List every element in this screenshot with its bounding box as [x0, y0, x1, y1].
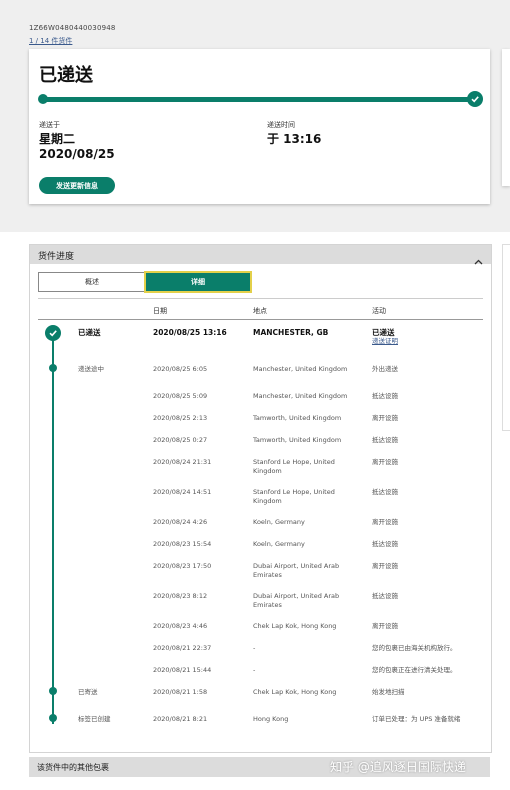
delivered-check-icon: [45, 325, 61, 341]
column-header-location: 地点: [253, 307, 267, 315]
row-activity: 抵达设施: [372, 592, 398, 600]
tab-summary[interactable]: 概述: [38, 272, 146, 292]
progress-start-dot: [38, 94, 48, 104]
timeline-dot-label-created: [49, 714, 57, 722]
row-location: -: [253, 644, 256, 652]
delivery-status-title: 已递送: [39, 65, 93, 86]
row-date: 2020/08/23 17:50: [153, 562, 212, 570]
row-status: 递送途中: [78, 365, 104, 373]
delivered-time-label: 递送时间: [267, 121, 295, 129]
chevron-up-icon[interactable]: [474, 250, 483, 269]
row-date: 2020/08/23 15:54: [153, 540, 212, 548]
row-date: 2020/08/25 2:13: [153, 414, 208, 422]
side-panel-edge: [502, 244, 510, 431]
row-activity: 离开设施: [372, 622, 398, 630]
row-date: 2020/08/23 8:12: [153, 592, 208, 600]
row-location: Chek Lap Kok, Hong Kong: [253, 622, 337, 630]
row-status: 已递送: [78, 328, 101, 337]
row-activity: 订单已处理：为 UPS 准备就绪: [372, 715, 461, 723]
section-title: 货件进度: [38, 252, 75, 262]
row-activity: 抵达设施: [372, 392, 398, 400]
check-icon: [467, 91, 483, 107]
row-date: 2020/08/24 21:31: [153, 458, 212, 466]
delivered-on-label: 递送于: [39, 121, 60, 129]
row-location: Koeln, Germany: [253, 518, 305, 526]
row-activity: 始发地扫描: [372, 688, 405, 696]
tab-detail[interactable]: 详细: [144, 271, 252, 293]
row-location: Stanford Le Hope, United Kingdom: [253, 488, 335, 505]
row-date: 2020/08/25 6:05: [153, 365, 208, 373]
row-status: 已寄送: [78, 688, 98, 696]
row-location: Manchester, United Kingdom: [253, 365, 348, 373]
row-status: 标签已创建: [78, 715, 111, 723]
row-location: Koeln, Germany: [253, 540, 305, 548]
row-activity: 抵达设施: [372, 436, 398, 444]
row-date: 2020/08/21 15:44: [153, 666, 212, 674]
timeline-dot-in-transit: [49, 364, 57, 372]
proof-of-delivery-link[interactable]: 递送证明: [372, 337, 484, 346]
tracking-number: 1Z66W0480440030948: [29, 24, 116, 32]
row-location: Tamworth, United Kingdom: [253, 436, 342, 444]
watermark: 知乎 @追风逐日国际快递: [330, 760, 466, 774]
row-location: Dubai Airport, United Arab Emirates: [253, 592, 340, 609]
package-count-link[interactable]: 1 / 14 件货件: [29, 36, 72, 46]
header-divider: [38, 319, 483, 320]
row-date: 2020/08/25 5:09: [153, 392, 208, 400]
row-date: 2020/08/21 1:58: [153, 688, 208, 696]
row-location: -: [253, 666, 256, 674]
row-activity: 离开设施: [372, 414, 398, 422]
delivered-date: 2020/08/25: [39, 147, 115, 161]
delivery-summary-card: 已递送 递送于 星期二 2020/08/25 递送时间 于 13:16 发送更新…: [29, 49, 490, 204]
other-packages-title: 该货件中的其他包裹: [37, 763, 109, 772]
shipment-progress-section: 货件进度 概述 详细 日期 地点 活动 已递送 2020/08/25 13:16…: [29, 244, 492, 753]
row-activity: 抵达设施: [372, 488, 398, 496]
tabs-divider: [38, 298, 483, 299]
row-date: 2020/08/21 8:21: [153, 715, 208, 723]
row-location: Dubai Airport, United Arab Emirates: [253, 562, 340, 579]
row-activity: 您的包裹正在进行清关处理。: [372, 666, 457, 674]
send-updates-button[interactable]: 发送更新信息: [39, 177, 115, 194]
row-activity: 外出递送: [372, 365, 398, 373]
column-header-date: 日期: [153, 307, 167, 315]
delivered-day: 星期二: [39, 132, 76, 146]
timeline-line: [52, 338, 54, 724]
row-activity: 已递送: [372, 328, 395, 337]
row-location: Manchester, United Kingdom: [253, 392, 348, 400]
row-date: 2020/08/25 0:27: [153, 436, 208, 444]
side-panel-edge: [502, 49, 510, 186]
section-header[interactable]: 货件进度: [30, 245, 491, 265]
row-location: Hong Kong: [253, 715, 289, 723]
row-date: 2020/08/24 14:51: [153, 488, 212, 496]
row-activity: 离开设施: [372, 458, 398, 466]
timeline-dot-shipped: [49, 687, 57, 695]
row-date: 2020/08/21 22:37: [153, 644, 212, 652]
delivered-time: 于 13:16: [267, 132, 322, 146]
row-activity: 抵达设施: [372, 540, 398, 548]
row-date: 2020/08/25 13:16: [153, 328, 227, 337]
row-date: 2020/08/24 4:26: [153, 518, 208, 526]
row-location: Stanford Le Hope, United Kingdom: [253, 458, 335, 475]
progress-bar: [42, 97, 476, 102]
row-date: 2020/08/23 4:46: [153, 622, 208, 630]
row-activity: 您的包裹已由海关机构放行。: [372, 644, 457, 652]
row-activity: 离开设施: [372, 562, 398, 570]
column-header-activity: 活动: [372, 307, 386, 315]
row-location: MANCHESTER, GB: [253, 328, 329, 337]
row-location: Chek Lap Kok, Hong Kong: [253, 688, 337, 696]
row-location: Tamworth, United Kingdom: [253, 414, 342, 422]
row-activity: 离开设施: [372, 518, 398, 526]
